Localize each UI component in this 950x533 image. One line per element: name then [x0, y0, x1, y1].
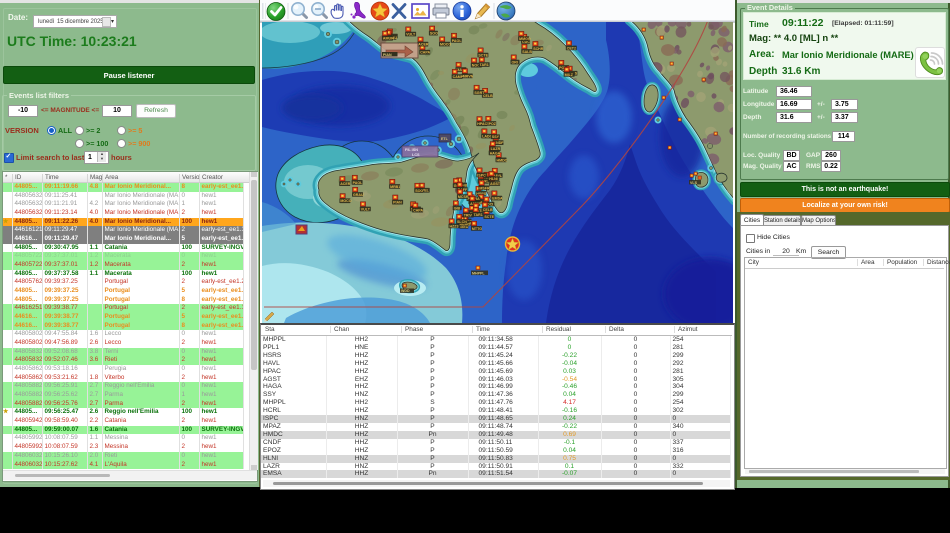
svg-text:EPOZ: EPOZ	[486, 122, 497, 126]
svg-text:MILZ: MILZ	[565, 73, 574, 77]
svg-text:SCTE: SCTE	[484, 215, 494, 219]
svg-text:MRB1: MRB1	[390, 185, 400, 189]
svg-text:SALB: SALB	[522, 50, 532, 54]
svg-text:TAR1: TAR1	[480, 63, 489, 67]
svg-text:PAOL: PAOL	[353, 181, 364, 185]
svg-text:CELB: CELB	[483, 94, 493, 98]
svg-text:SLCN: SLCN	[457, 220, 467, 224]
svg-text:GIB: GIB	[454, 206, 461, 210]
svg-text:VULT: VULT	[361, 207, 371, 211]
svg-text:SCHR: SCHR	[533, 47, 544, 51]
svg-text:CAPA: CAPA	[413, 209, 423, 213]
svg-text:LCS: LCS	[412, 153, 420, 157]
svg-text:HPAC: HPAC	[477, 122, 487, 126]
svg-text:ETL: ETL	[441, 137, 449, 141]
svg-text:CAMP: CAMP	[453, 75, 464, 79]
svg-text:MOCO: MOCO	[340, 199, 351, 203]
svg-text:WDD: WDD	[401, 289, 410, 293]
svg-text:HMDC: HMDC	[497, 158, 508, 162]
svg-text:GRAU: GRAU	[353, 193, 364, 197]
svg-text:ORI: ORI	[512, 61, 518, 65]
svg-text:HAGA: HAGA	[490, 151, 501, 155]
svg-text:SOO: SOO	[430, 32, 438, 36]
svg-text:MRVN: MRVN	[463, 74, 474, 78]
svg-text:TAR1: TAR1	[474, 213, 483, 217]
svg-text:MOCO: MOCO	[440, 43, 451, 47]
svg-text:ACER: ACER	[418, 43, 429, 47]
svg-text:HLNI: HLNI	[489, 177, 497, 181]
svg-text:FIL ISN: FIL ISN	[405, 148, 418, 152]
svg-text:CAPA: CAPA	[420, 51, 430, 55]
svg-text:ACER: ACER	[340, 182, 351, 186]
svg-text:SSY: SSY	[492, 135, 500, 139]
svg-text:HZZ3: HZZ3	[450, 224, 459, 228]
svg-text:MMGO: MMGO	[519, 37, 531, 41]
svg-text:MHPPL: MHPPL	[472, 271, 485, 275]
svg-text:AMUR: AMUR	[383, 37, 394, 41]
svg-text:LAZR: LAZR	[491, 147, 501, 151]
svg-text:VULT: VULT	[406, 33, 416, 37]
svg-text:ISPC: ISPC	[477, 174, 486, 178]
svg-text:PIAN: PIAN	[383, 53, 392, 57]
svg-text:CELB: CELB	[483, 208, 493, 212]
svg-text:AGST: AGST	[490, 182, 501, 186]
svg-text:CET2: CET2	[567, 46, 576, 50]
svg-text:TRIV: TRIV	[464, 214, 473, 218]
svg-text:MSFR: MSFR	[479, 186, 490, 190]
svg-text:VLS: VLS	[690, 181, 698, 185]
svg-text:MCSR: MCSR	[458, 195, 469, 199]
svg-text:PIAN: PIAN	[393, 201, 402, 205]
svg-text:MTTG: MTTG	[472, 227, 482, 231]
svg-text:SCTE: SCTE	[478, 54, 488, 58]
svg-text:SOO: SOO	[415, 189, 423, 193]
svg-text:PAOL: PAOL	[452, 39, 463, 43]
svg-text:SGRT: SGRT	[474, 91, 485, 95]
svg-text:EMSA: EMSA	[492, 197, 503, 201]
